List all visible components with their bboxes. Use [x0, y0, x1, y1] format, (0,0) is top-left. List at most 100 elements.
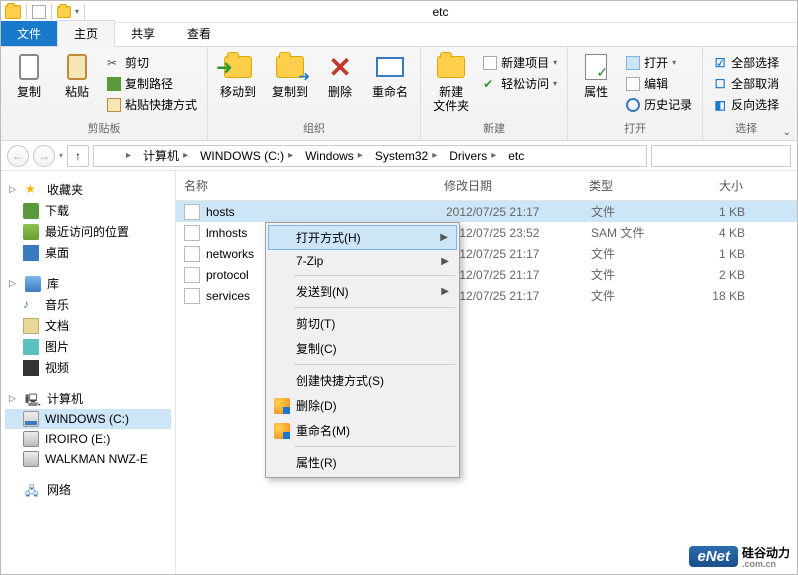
search-input[interactable]	[651, 145, 791, 167]
arrow-icon: ➜	[216, 55, 233, 80]
title-bar: ▾ etc	[1, 1, 797, 23]
nav-drive-e[interactable]: IROIRO (E:)	[5, 429, 171, 449]
watermark: eNet 硅谷动力.com.cn	[689, 544, 790, 569]
nav-drive-walkman[interactable]: WALKMAN NWZ-E	[5, 449, 171, 469]
file-size: 18 KB	[683, 289, 753, 303]
paste-button[interactable]: 粘贴	[55, 49, 99, 101]
rename-button[interactable]: 重命名	[366, 49, 414, 101]
nav-drive-c[interactable]: WINDOWS (C:)	[5, 409, 171, 429]
copy-button[interactable]: 复制	[7, 49, 51, 101]
nav-recent[interactable]: 最近访问的位置	[5, 221, 171, 242]
file-date: 2012/07/25 21:17	[438, 205, 583, 219]
file-size: 1 KB	[683, 247, 753, 261]
nav-computer-head[interactable]: ▷🖳计算机	[5, 388, 171, 409]
ctx-7zip[interactable]: 7-Zip▶	[268, 250, 457, 272]
quick-access-toolbar: ▾	[5, 4, 88, 20]
file-icon	[184, 267, 200, 283]
nav-back-button[interactable]: ←	[7, 145, 29, 167]
edit-button[interactable]: 编辑	[622, 74, 696, 93]
tab-home[interactable]: 主页	[57, 20, 115, 47]
nav-music[interactable]: ♪音乐	[5, 294, 171, 315]
qat-dropdown-icon[interactable]: ▾	[75, 7, 79, 16]
arrow-icon: ➜	[298, 68, 310, 85]
group-clipboard: 复制 粘贴 ✂剪切 复制路径 粘贴快捷方式 剪贴板	[1, 47, 208, 140]
invert-selection-button[interactable]: ◧反向选择	[709, 95, 783, 114]
paste-shortcut-button[interactable]: 粘贴快捷方式	[103, 95, 201, 114]
delete-button[interactable]: ✕ 删除	[318, 49, 362, 101]
crumb-root[interactable]: ▸	[116, 146, 137, 166]
nav-downloads[interactable]: 下载	[5, 200, 171, 221]
crumb-system32[interactable]: System32▸	[369, 146, 443, 166]
app-icon	[5, 5, 21, 19]
download-icon	[23, 203, 39, 219]
qat-properties-icon[interactable]	[32, 5, 46, 19]
document-icon	[23, 318, 39, 334]
nav-videos[interactable]: 视频	[5, 357, 171, 378]
open-button[interactable]: 打开 ▾	[622, 53, 696, 72]
new-item-button[interactable]: 新建项目 ▾	[479, 53, 561, 72]
col-type[interactable]: 类型	[581, 175, 681, 196]
nav-network-head[interactable]: ▷🖧网络	[5, 479, 171, 500]
nav-favorites-head[interactable]: ▷★收藏夹	[5, 179, 171, 200]
new-folder-button[interactable]: 新建文件夹	[427, 49, 475, 116]
nav-forward-button[interactable]: →	[33, 145, 55, 167]
ctx-cut[interactable]: 剪切(T)	[268, 311, 457, 336]
tab-file[interactable]: 文件	[1, 21, 57, 46]
col-name[interactable]: 名称	[176, 175, 436, 196]
col-size[interactable]: 大小	[681, 175, 751, 196]
breadcrumb[interactable]: ▸ 计算机▸ WINDOWS (C:)▸ Windows▸ System32▸ …	[93, 145, 647, 167]
easy-access-button[interactable]: ✔轻松访问 ▾	[479, 74, 561, 93]
ctx-send-to[interactable]: 发送到(N)▶	[268, 279, 457, 304]
crumb-etc[interactable]: etc	[502, 146, 530, 166]
ctx-properties[interactable]: 属性(R)	[268, 450, 457, 475]
file-size: 1 KB	[683, 205, 753, 219]
file-size: 2 KB	[683, 268, 753, 282]
ctx-rename[interactable]: 重命名(M)	[268, 418, 457, 443]
move-to-button[interactable]: ➜ 移动到	[214, 49, 262, 101]
shield-icon	[274, 423, 290, 439]
watermark-badge: eNet	[689, 546, 738, 567]
nav-desktop[interactable]: 桌面	[5, 242, 171, 263]
table-row[interactable]: hosts2012/07/25 21:17文件1 KB	[176, 201, 797, 222]
group-select-label: 选择	[735, 120, 757, 138]
nav-recent-dropdown[interactable]: ▾	[59, 151, 63, 160]
nav-libraries-head[interactable]: ▷库	[5, 273, 171, 294]
video-icon	[23, 360, 39, 376]
delete-icon: ✕	[328, 51, 351, 84]
group-open-label: 打开	[624, 120, 646, 138]
qat-newfolder-icon[interactable]	[57, 6, 71, 18]
nav-documents[interactable]: 文档	[5, 315, 171, 336]
ctx-create-shortcut[interactable]: 创建快捷方式(S)	[268, 368, 457, 393]
window-title: etc	[88, 5, 793, 19]
col-date[interactable]: 修改日期	[436, 175, 581, 196]
group-organize-label: 组织	[303, 120, 325, 138]
select-all-button[interactable]: ☑全部选择	[709, 53, 783, 72]
ctx-copy[interactable]: 复制(C)	[268, 336, 457, 361]
nav-up-button[interactable]: ↑	[67, 145, 89, 167]
crumb-windows[interactable]: Windows▸	[299, 146, 369, 166]
crumb-drive[interactable]: WINDOWS (C:)▸	[194, 146, 299, 166]
cut-button[interactable]: ✂剪切	[103, 53, 201, 72]
file-type: SAM 文件	[583, 224, 683, 241]
watermark-text: 硅谷动力.com.cn	[742, 544, 790, 569]
tab-share[interactable]: 共享	[115, 21, 171, 46]
history-button[interactable]: 历史记录	[622, 95, 696, 114]
invert-icon: ◧	[713, 98, 727, 112]
copy-path-button[interactable]: 复制路径	[103, 74, 201, 93]
nav-pictures[interactable]: 图片	[5, 336, 171, 357]
crumb-drivers[interactable]: Drivers▸	[443, 146, 502, 166]
crumb-computer[interactable]: 计算机▸	[137, 146, 194, 166]
select-none-button[interactable]: ☐全部取消	[709, 74, 783, 93]
file-type: 文件	[583, 266, 683, 283]
submenu-arrow-icon: ▶	[441, 286, 449, 297]
copy-to-button[interactable]: ➜ 复制到	[266, 49, 314, 101]
ribbon-expand-icon[interactable]: ⌄	[783, 127, 791, 138]
ctx-open-with[interactable]: 打开方式(H)▶	[268, 225, 457, 250]
group-new: 新建文件夹 新建项目 ▾ ✔轻松访问 ▾ 新建	[421, 47, 568, 140]
properties-button[interactable]: 属性	[574, 49, 618, 101]
tab-view[interactable]: 查看	[171, 21, 227, 46]
navigation-pane: ▷★收藏夹 下载 最近访问的位置 桌面 ▷库 ♪音乐 文档 图片 视频 ▷🖳计算…	[1, 171, 176, 574]
group-clipboard-label: 剪贴板	[88, 120, 121, 138]
ctx-delete[interactable]: 删除(D)	[268, 393, 457, 418]
properties-icon	[585, 54, 607, 80]
